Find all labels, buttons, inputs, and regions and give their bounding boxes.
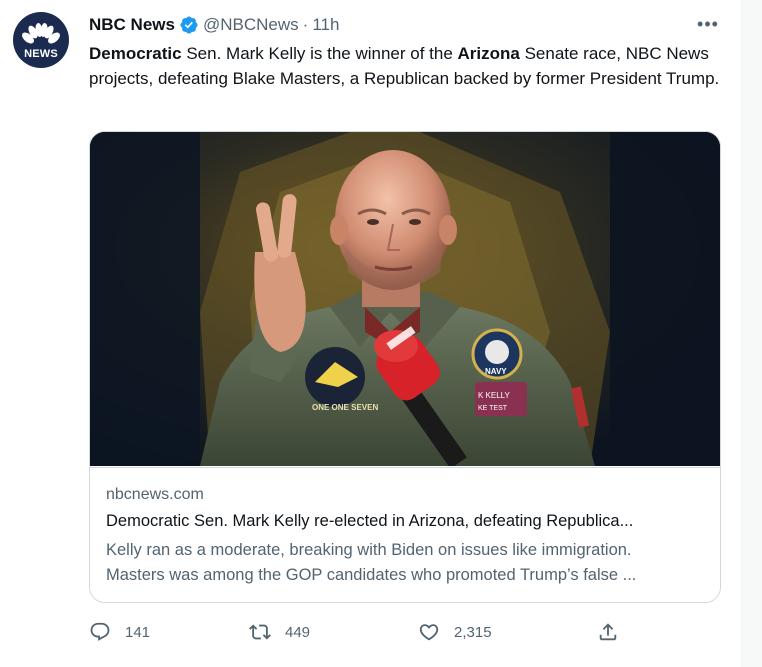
- tweet-actions: 141 449 2,315: [89, 618, 729, 646]
- retweet-button[interactable]: 449: [249, 618, 310, 646]
- reply-button[interactable]: 141: [89, 618, 150, 646]
- card-title: Democratic Sen. Mark Kelly re-elected in…: [106, 512, 634, 530]
- retweet-icon: [249, 624, 271, 640]
- author-name[interactable]: NBC News: [89, 15, 175, 35]
- patch-text-one: ONE ONE SEVEN: [312, 403, 378, 412]
- tweet-header: NBC News @NBCNews · 11h: [89, 14, 339, 36]
- like-count: 2,315: [454, 623, 492, 641]
- patch-text-navy: NAVY: [485, 367, 507, 376]
- tweet-text: Democratic Sen. Mark Kelly is the winner…: [89, 41, 725, 91]
- link-card[interactable]: ONE ONE SEVEN NAVY K KELLY KE TEST nbcne…: [89, 131, 721, 603]
- avatar[interactable]: NEWS: [13, 12, 69, 68]
- verified-badge-icon: [180, 16, 198, 34]
- patch-text-test: KE TEST: [478, 405, 508, 412]
- card-description: Kelly ran as a moderate, breaking with B…: [106, 538, 710, 588]
- like-button[interactable]: 2,315: [418, 618, 492, 646]
- card-description-line-1: Kelly ran as a moderate, breaking with B…: [106, 541, 632, 559]
- share-button[interactable]: [597, 618, 633, 646]
- patch-text-name: K KELLY: [478, 391, 511, 400]
- card-photo-illustration: ONE ONE SEVEN NAVY K KELLY KE TEST: [90, 132, 720, 466]
- card-domain: nbcnews.com: [106, 486, 204, 503]
- nbc-peacock-icon: [22, 22, 60, 47]
- timestamp[interactable]: 11h: [312, 15, 339, 35]
- reply-icon: [90, 622, 110, 641]
- card-description-line-2: Masters was among the GOP candidates who…: [106, 566, 637, 584]
- tweet[interactable]: NEWS NBC News @NBCNews · 11h ••• Democra…: [0, 0, 742, 667]
- retweet-count: 449: [285, 623, 311, 641]
- separator: ·: [302, 15, 309, 34]
- avatar-text: NEWS: [24, 47, 58, 60]
- more-options-icon[interactable]: •••: [694, 14, 722, 34]
- heart-icon: [419, 624, 439, 641]
- tweet-text-bold-2: Arizona: [457, 44, 520, 63]
- tweet-text-segment-2: Sen. Mark Kelly is the winner of the: [181, 44, 458, 63]
- author-handle[interactable]: @NBCNews: [203, 15, 299, 35]
- card-image[interactable]: ONE ONE SEVEN NAVY K KELLY KE TEST: [90, 132, 720, 466]
- card-body[interactable]: nbcnews.com Democratic Sen. Mark Kelly r…: [90, 467, 720, 602]
- reply-count: 141: [125, 623, 151, 641]
- share-icon: [599, 623, 617, 641]
- tweet-text-bold-1: Democratic: [89, 44, 182, 63]
